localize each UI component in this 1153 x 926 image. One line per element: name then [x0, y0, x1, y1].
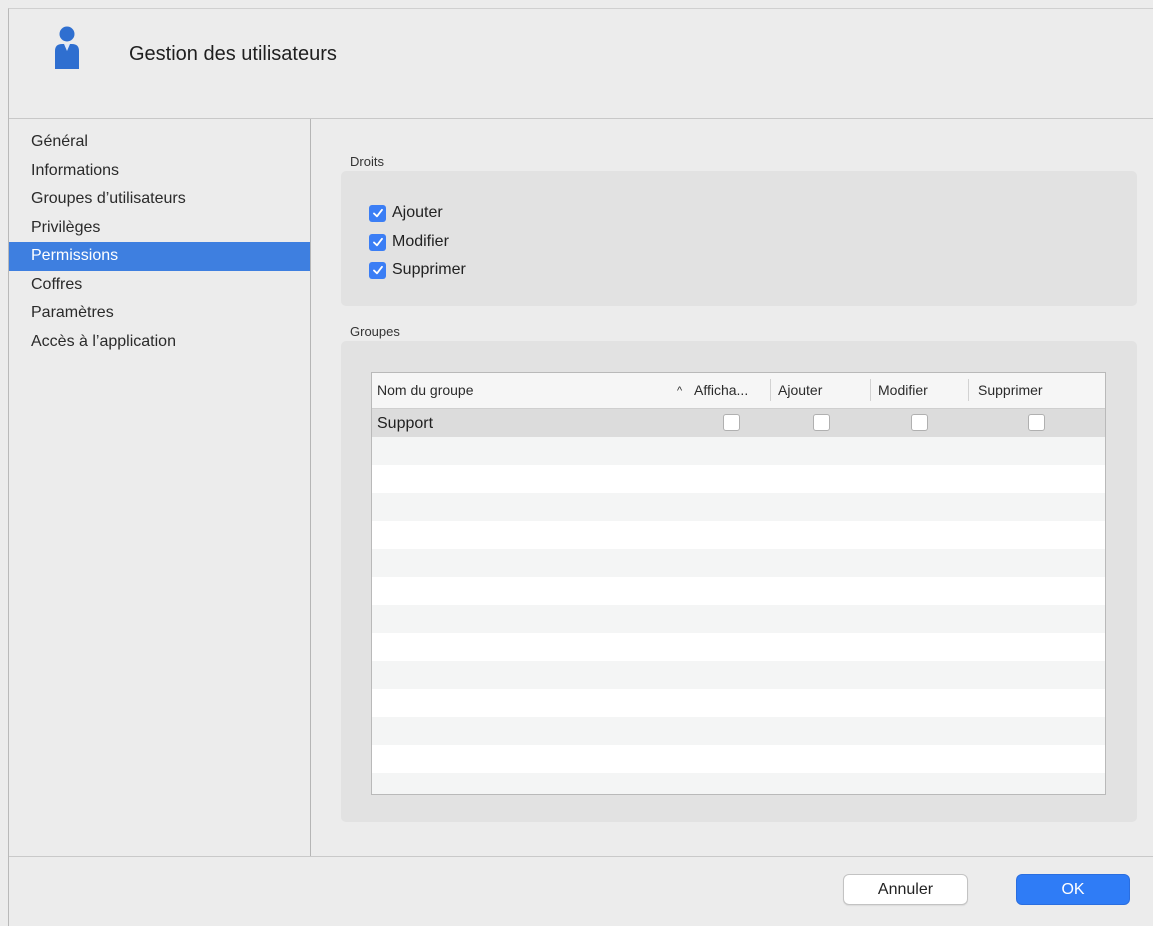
sidebar-item-privileges[interactable]: Privilèges — [9, 214, 310, 243]
window-header: Gestion des utilisateurs — [9, 9, 1153, 119]
add-checkbox[interactable] — [813, 414, 830, 431]
table-row-empty — [372, 521, 1105, 549]
column-divider — [1105, 379, 1106, 401]
table-row[interactable]: Support — [372, 409, 1105, 437]
groups-table: Nom du groupe ^ Afficha... Ajouter Modif… — [371, 372, 1106, 795]
table-row-empty — [372, 577, 1105, 605]
table-row-empty — [372, 633, 1105, 661]
table-row-empty — [372, 689, 1105, 717]
sidebar-item-settings[interactable]: Paramètres — [9, 299, 310, 328]
table-header: Nom du groupe ^ Afficha... Ajouter Modif… — [372, 373, 1105, 409]
checkbox-delete-label: Supprimer — [392, 261, 466, 278]
sidebar-item-informations[interactable]: Informations — [9, 157, 310, 186]
groupes-label: Groupes — [350, 324, 400, 339]
table-row-empty — [372, 549, 1105, 577]
sidebar-item-general[interactable]: Général — [9, 128, 310, 157]
table-row-empty — [372, 717, 1105, 745]
sidebar: Général Informations Groupes d’utilisate… — [9, 119, 311, 856]
table-row-empty — [372, 605, 1105, 633]
delete-checkbox[interactable] — [1028, 414, 1045, 431]
column-header-group-name[interactable]: Nom du groupe ^ — [377, 373, 682, 408]
edit-checkbox[interactable] — [911, 414, 928, 431]
sidebar-item-user-groups[interactable]: Groupes d’utilisateurs — [9, 185, 310, 214]
checkbox-add[interactable]: Ajouter — [369, 201, 443, 225]
checkmark-icon — [369, 261, 386, 279]
table-row-empty — [372, 437, 1105, 465]
column-header-delete[interactable]: Supprimer — [978, 373, 1098, 408]
group-name-cell: Support — [377, 415, 434, 432]
cancel-button[interactable]: Annuler — [843, 874, 968, 905]
droits-box: Ajouter Modifier Supprimer — [341, 171, 1137, 306]
column-header-view[interactable]: Afficha... — [694, 373, 770, 408]
sidebar-item-app-access[interactable]: Accès à l’application — [9, 328, 310, 357]
droits-label: Droits — [350, 154, 384, 169]
table-row-empty — [372, 493, 1105, 521]
column-divider — [770, 379, 771, 401]
view-checkbox[interactable] — [723, 414, 740, 431]
sidebar-item-vaults[interactable]: Coffres — [9, 271, 310, 300]
column-header-edit[interactable]: Modifier — [878, 373, 968, 408]
sidebar-item-permissions[interactable]: Permissions — [9, 242, 310, 271]
user-management-window: Gestion des utilisateurs Général Informa… — [8, 8, 1153, 926]
checkmark-icon — [369, 204, 386, 222]
checkbox-delete[interactable]: Supprimer — [369, 258, 466, 282]
column-divider — [870, 379, 871, 401]
table-row-empty — [372, 745, 1105, 773]
column-divider — [968, 379, 969, 401]
groupes-box: Nom du groupe ^ Afficha... Ajouter Modif… — [341, 341, 1137, 822]
checkbox-edit[interactable]: Modifier — [369, 230, 449, 254]
user-icon — [55, 26, 79, 69]
sort-ascending-icon: ^ — [677, 385, 683, 397]
column-header-add[interactable]: Ajouter — [778, 373, 868, 408]
checkbox-edit-label: Modifier — [392, 233, 449, 250]
table-row-empty — [372, 773, 1105, 794]
table-row-empty — [372, 661, 1105, 689]
footer-divider — [9, 856, 1153, 857]
table-row-empty — [372, 465, 1105, 493]
window-title: Gestion des utilisateurs — [129, 43, 337, 65]
checkmark-icon — [369, 233, 386, 251]
ok-button[interactable]: OK — [1016, 874, 1130, 905]
checkbox-add-label: Ajouter — [392, 204, 443, 221]
